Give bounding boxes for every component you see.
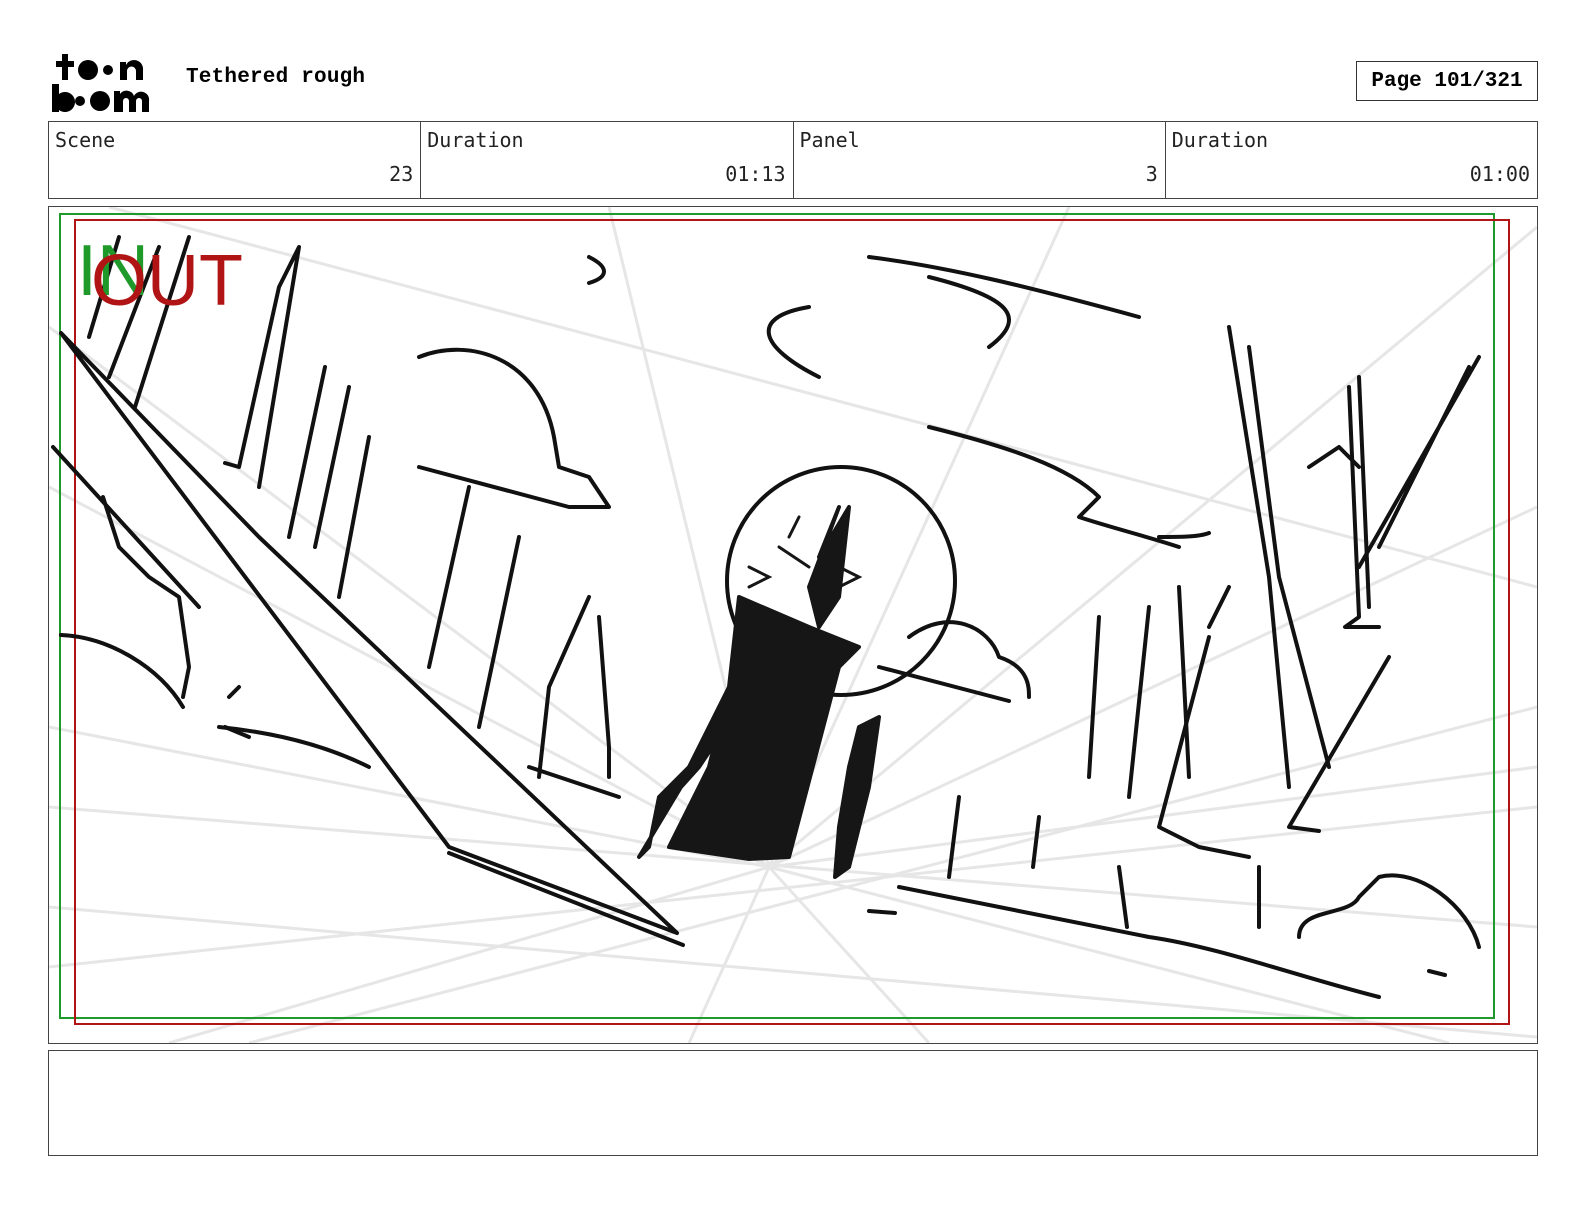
- scene-cell: Scene 23: [49, 122, 422, 198]
- panel-value: 3: [1145, 162, 1158, 186]
- scene-info-row: Scene 23 Duration 01:13 Panel 3 Duration…: [48, 121, 1538, 199]
- out-marker: OUT: [91, 241, 243, 321]
- panel-duration-label: Duration: [1171, 128, 1269, 152]
- panel-cell: Panel 3: [794, 122, 1166, 198]
- scene-label: Scene: [55, 128, 116, 152]
- panel-label: Panel: [799, 128, 860, 152]
- scene-duration-cell: Duration 01:13: [421, 122, 794, 198]
- scene-duration-value: 01:13: [725, 162, 786, 186]
- storyboard-panel: IN OUT: [48, 206, 1538, 1044]
- document-title: Tethered rough: [186, 66, 366, 89]
- scene-duration-label: Duration: [427, 128, 524, 152]
- panel-duration-cell: Duration 01:00: [1166, 122, 1537, 198]
- toon-boom-logo: [52, 54, 150, 112]
- panel-sketch: [49, 207, 1537, 1043]
- page-counter: Page 101/321: [1356, 61, 1538, 101]
- panel-duration-value: 01:00: [1469, 162, 1530, 186]
- cloaked-figure: [637, 505, 881, 879]
- panel-notes-box[interactable]: [48, 1050, 1538, 1156]
- scene-value: 23: [389, 162, 414, 186]
